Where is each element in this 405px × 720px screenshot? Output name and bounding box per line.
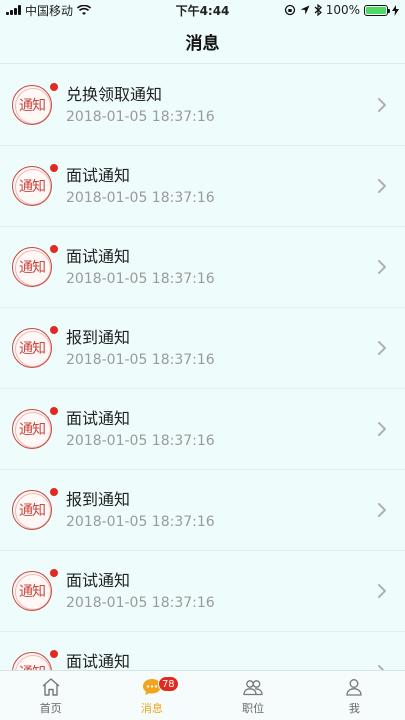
person-icon [346, 678, 363, 696]
orientation-lock-icon [284, 4, 295, 16]
message-text: 兑换领取通知 2018-01-05 18:37:16 [66, 84, 373, 127]
notice-stamp-icon: 通知 [12, 247, 52, 287]
notice-stamp: 通知 [12, 164, 58, 206]
notice-stamp: 通知 [12, 407, 58, 449]
unread-dot [50, 164, 58, 172]
message-text: 面试通知 2018-01-05 18:37:16 [66, 570, 373, 613]
message-item[interactable]: 通知 面试通知 2018-01-05 18:37:16 [0, 632, 405, 670]
status-right: 100% [284, 3, 399, 17]
wifi-icon [77, 4, 92, 15]
message-title: 面试通知 [66, 570, 131, 590]
chevron-right-icon [378, 260, 386, 274]
tab-bar: 首页 78 消息 职位 我 [0, 670, 405, 720]
chevron-right-icon [378, 422, 386, 436]
notice-stamp: 通知 [12, 569, 58, 611]
unread-dot [50, 83, 58, 91]
location-icon [300, 5, 310, 15]
message-time: 2018-01-05 18:37:16 [66, 594, 215, 611]
notice-stamp-icon: 通知 [12, 409, 52, 449]
unread-dot [50, 650, 58, 658]
message-item[interactable]: 通知 面试通知 2018-01-05 18:37:16 [0, 146, 405, 227]
stamp-text: 通知 [19, 179, 46, 195]
navigation-bar: 消息 [0, 20, 405, 64]
message-text: 面试通知 2018-01-05 18:37:16 [66, 246, 373, 289]
notice-stamp-icon: 通知 [12, 490, 52, 530]
signal-icon [6, 5, 21, 15]
tab-messages[interactable]: 78 消息 [101, 671, 202, 720]
home-icon [42, 677, 60, 696]
carrier-label: 中国移动 [25, 3, 74, 18]
chevron-right-icon [378, 341, 386, 355]
message-item[interactable]: 通知 面试通知 2018-01-05 18:37:16 [0, 227, 405, 308]
unread-dot [50, 569, 58, 577]
tab-jobs[interactable]: 职位 [203, 671, 304, 720]
message-title: 面试通知 [66, 246, 131, 266]
message-item[interactable]: 通知 兑换领取通知 2018-01-05 18:37:16 [0, 65, 405, 146]
unread-count-badge: 78 [157, 676, 179, 692]
status-left: 中国移动 [6, 2, 92, 19]
stamp-text: 通知 [19, 422, 46, 438]
stamp-text: 通知 [19, 260, 46, 276]
unread-dot [50, 245, 58, 253]
message-title: 面试通知 [66, 651, 131, 671]
message-title: 面试通知 [66, 165, 131, 185]
battery-percent: 100% [325, 3, 360, 17]
tab-me-label: 我 [348, 701, 360, 715]
chevron-right-icon [378, 665, 385, 670]
message-title: 兑换领取通知 [66, 84, 163, 104]
notice-stamp-icon: 通知 [12, 85, 52, 125]
stamp-text: 通知 [19, 503, 46, 519]
chevron-right-icon [378, 584, 386, 598]
message-text: 报到通知 2018-01-05 18:37:16 [66, 327, 373, 370]
message-title: 报到通知 [66, 327, 131, 347]
tab-me[interactable]: 我 [304, 671, 405, 720]
notice-stamp: 通知 [12, 488, 58, 530]
notice-stamp: 通知 [12, 326, 58, 368]
message-time: 2018-01-05 18:37:16 [66, 270, 215, 287]
people-icon [243, 679, 263, 695]
message-list[interactable]: 通知 兑换领取通知 2018-01-05 18:37:16 通知 面试通知 20… [0, 65, 405, 670]
battery-icon [364, 4, 390, 16]
status-bar: 中国移动 下午4:44 100% [0, 0, 405, 20]
tab-messages-label: 消息 [140, 701, 163, 715]
message-time: 2018-01-05 18:37:16 [66, 513, 215, 530]
unread-dot [50, 407, 58, 415]
tab-jobs-label: 职位 [242, 701, 265, 715]
message-title: 报到通知 [66, 489, 131, 509]
charging-icon [392, 4, 399, 16]
chevron-right-icon [378, 503, 386, 517]
message-time: 2018-01-05 18:37:16 [66, 108, 215, 125]
notice-stamp: 通知 [12, 83, 58, 125]
tab-home[interactable]: 首页 [0, 671, 101, 720]
bluetooth-icon [314, 4, 322, 16]
message-text: 面试通知 2018-01-05 18:37:16 [66, 408, 373, 451]
page-title: 消息 [185, 34, 220, 54]
tab-home-label: 首页 [39, 701, 62, 715]
message-item[interactable]: 通知 报到通知 2018-01-05 18:37:16 [0, 470, 405, 551]
notice-stamp-icon: 通知 [12, 328, 52, 368]
notice-stamp-icon: 通知 [12, 652, 52, 670]
message-time: 2018-01-05 18:37:16 [66, 189, 215, 206]
stamp-text: 通知 [19, 341, 46, 357]
message-title: 面试通知 [66, 408, 131, 428]
message-text: 面试通知 2018-01-05 18:37:16 [66, 651, 373, 671]
message-text: 面试通知 2018-01-05 18:37:16 [66, 165, 373, 208]
message-item[interactable]: 通知 报到通知 2018-01-05 18:37:16 [0, 308, 405, 389]
notice-stamp-icon: 通知 [12, 166, 52, 206]
notice-stamp: 通知 [12, 245, 58, 287]
message-item[interactable]: 通知 面试通知 2018-01-05 18:37:16 [0, 551, 405, 632]
message-text: 报到通知 2018-01-05 18:37:16 [66, 489, 373, 532]
chevron-right-icon [378, 179, 386, 193]
unread-dot [50, 488, 58, 496]
stamp-text: 通知 [19, 98, 46, 114]
stamp-text: 通知 [19, 662, 46, 670]
chevron-right-icon [378, 98, 386, 112]
message-time: 2018-01-05 18:37:16 [66, 432, 215, 449]
message-time: 2018-01-05 18:37:16 [66, 351, 215, 368]
notice-stamp-icon: 通知 [12, 571, 52, 611]
message-item[interactable]: 通知 面试通知 2018-01-05 18:37:16 [0, 389, 405, 470]
notice-stamp: 通知 [12, 650, 58, 670]
stamp-text: 通知 [19, 584, 46, 600]
unread-dot [50, 326, 58, 334]
